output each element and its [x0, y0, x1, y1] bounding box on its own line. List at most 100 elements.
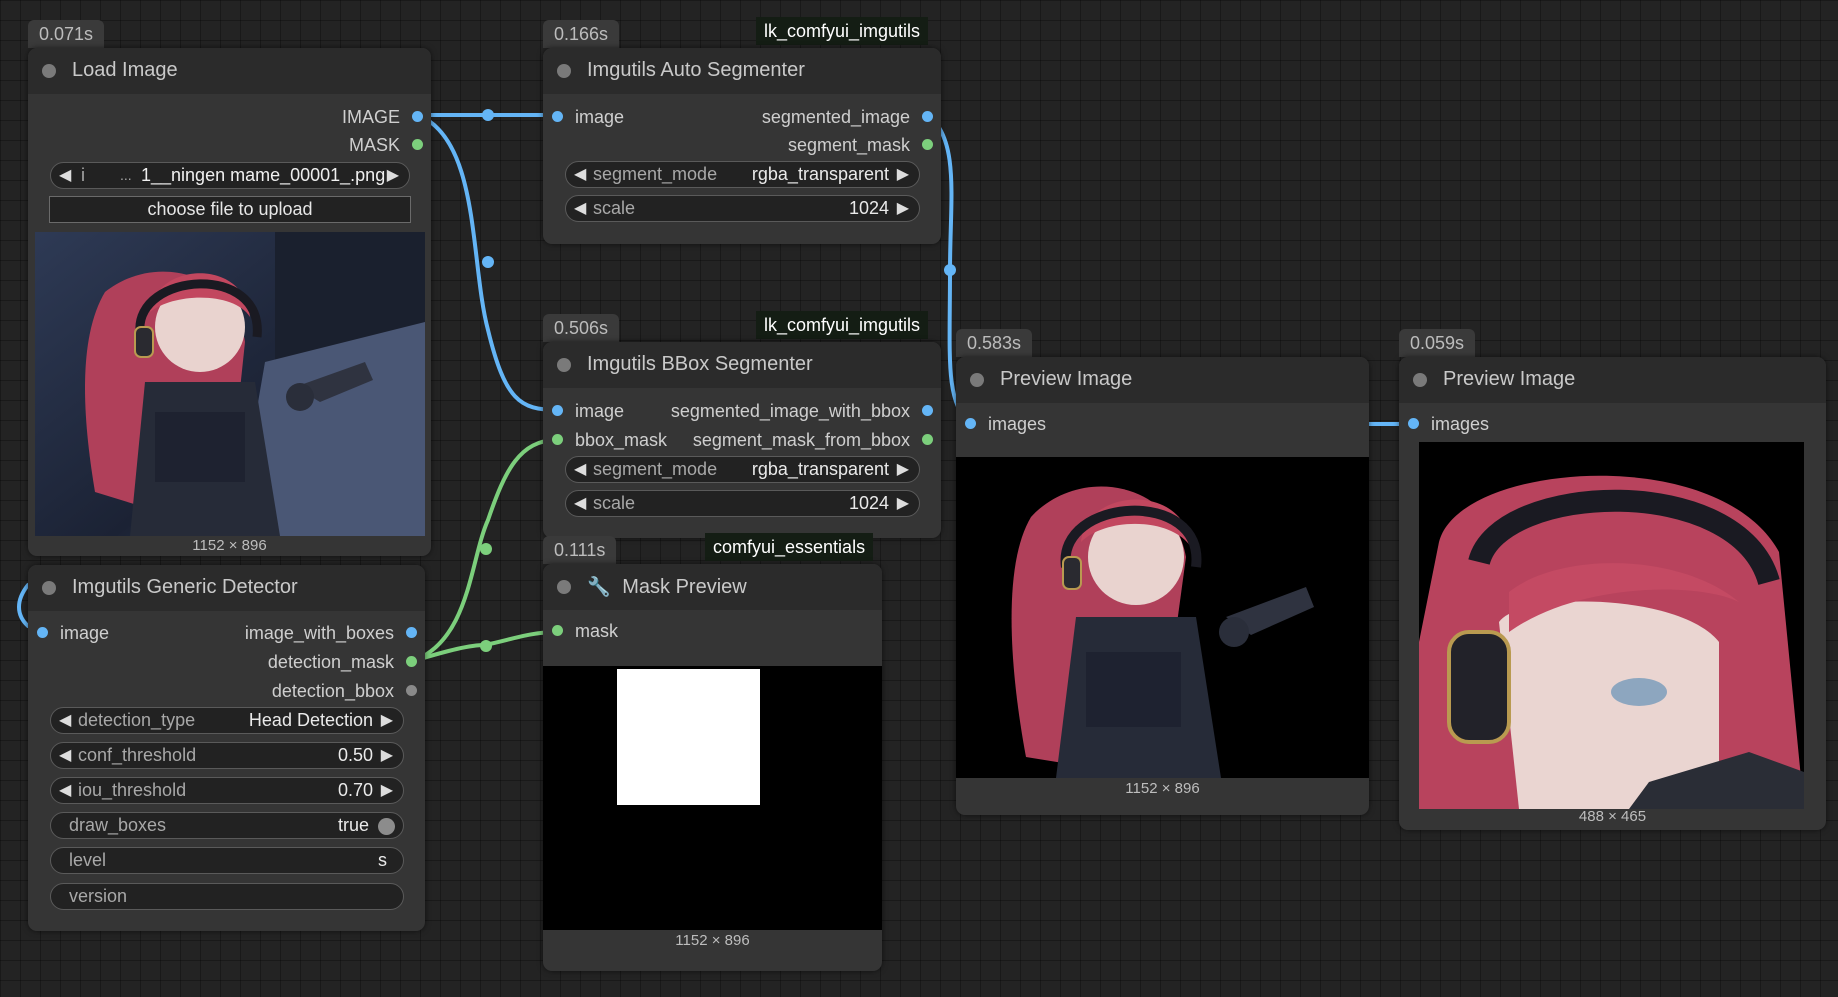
scale-number[interactable]: ◀ scale 1024 ▶ [565, 195, 920, 222]
arrow-left-icon[interactable]: ◀ [574, 493, 586, 513]
input-image[interactable]: image [552, 106, 624, 128]
collapse-dot[interactable] [557, 580, 571, 594]
output-mask[interactable]: MASK [349, 134, 423, 156]
node-pack-label: comfyui_essentials [705, 533, 874, 561]
arrow-left-icon[interactable]: ◀ [574, 164, 586, 184]
draw-boxes-toggle[interactable]: draw_boxes true [50, 812, 404, 839]
wrench-icon: 🔧 [587, 577, 611, 598]
output-image-with-boxes[interactable]: image_with_boxes [245, 622, 417, 644]
output-socket[interactable] [922, 433, 933, 445]
arrow-left-icon[interactable]: ◀ [59, 780, 71, 800]
segment-mode-combo[interactable]: ◀ segment_mode rgba_transparent ▶ [565, 161, 920, 188]
mask-image-preview [543, 666, 882, 930]
output-socket[interactable] [922, 110, 933, 122]
level-text[interactable]: level s [50, 847, 404, 874]
node-title-bar[interactable]: Imgutils Auto Segmenter [543, 48, 941, 94]
widget-value: s [378, 850, 387, 870]
anime-girl-image [35, 232, 425, 536]
output-socket[interactable] [406, 655, 417, 667]
collapse-dot[interactable] [42, 581, 56, 595]
output-segment-mask-from-bbox[interactable]: segment_mask_from_bbox [693, 429, 933, 451]
preview-image [956, 457, 1369, 778]
node-preview-image-1[interactable]: Preview Image images 1152 × 896 [956, 357, 1369, 815]
collapse-dot[interactable] [557, 64, 571, 78]
input-label: mask [575, 621, 619, 641]
node-title-bar[interactable]: Preview Image [1399, 357, 1826, 403]
output-socket[interactable] [922, 404, 933, 416]
arrow-left-icon[interactable]: ◀ [574, 198, 586, 218]
detection-type-combo[interactable]: ◀ detection_type Head Detection ▶ [50, 707, 404, 734]
input-mask[interactable]: mask [552, 620, 618, 642]
node-title-bar[interactable]: Imgutils Generic Detector [28, 565, 425, 611]
node-preview-image-2[interactable]: Preview Image images 488 × 465 [1399, 357, 1826, 830]
input-socket[interactable] [552, 624, 563, 636]
input-image[interactable]: image [552, 400, 624, 422]
reroute-dot [482, 109, 494, 121]
image-combo[interactable]: ◀ i ... 1__ningen mame_00001_.png ▶ [50, 162, 410, 189]
collapse-dot[interactable] [1413, 373, 1427, 387]
output-label: detection_mask [267, 652, 394, 672]
input-label: image [60, 623, 110, 643]
output-socket[interactable] [922, 138, 933, 150]
arrow-right-icon[interactable]: ▶ [381, 745, 393, 765]
arrow-right-icon[interactable]: ▶ [381, 780, 393, 800]
input-images[interactable]: images [1408, 413, 1489, 435]
output-label: segment_mask [787, 135, 910, 155]
arrow-right-icon[interactable]: ▶ [897, 198, 909, 218]
node-bbox-segmenter[interactable]: Imgutils BBox Segmenter image bbox_mask … [543, 342, 941, 538]
input-socket[interactable] [1408, 417, 1419, 429]
upload-button[interactable]: choose file to upload [49, 196, 411, 223]
node-title-bar[interactable]: 🔧 Mask Preview [543, 564, 882, 610]
arrow-right-icon[interactable]: ▶ [897, 164, 909, 184]
output-segmented-image-with-bbox[interactable]: segmented_image_with_bbox [671, 400, 933, 422]
reroute-dot [482, 256, 494, 268]
node-pack-label: lk_comfyui_imgutils [756, 17, 929, 45]
arrow-left-icon[interactable]: ◀ [59, 710, 71, 730]
output-image[interactable]: IMAGE [342, 106, 423, 128]
input-bbox-mask[interactable]: bbox_mask [552, 429, 667, 451]
input-image[interactable]: image [37, 622, 109, 644]
iou-threshold-number[interactable]: ◀ iou_threshold 0.70 ▶ [50, 777, 404, 804]
arrow-right-icon[interactable]: ▶ [897, 493, 909, 513]
input-socket[interactable] [552, 404, 563, 416]
collapse-dot[interactable] [557, 358, 571, 372]
node-title: Load Image [72, 59, 178, 81]
node-title-bar[interactable]: Preview Image [956, 357, 1369, 403]
arrow-left-icon[interactable]: ◀ [59, 165, 71, 185]
node-load-image[interactable]: Load Image IMAGE MASK ◀ i ... 1__ningen … [28, 48, 431, 556]
output-socket[interactable] [412, 138, 423, 150]
input-label: images [1431, 414, 1490, 434]
scale-number[interactable]: ◀ scale 1024 ▶ [565, 490, 920, 517]
node-title-bar[interactable]: Imgutils BBox Segmenter [543, 342, 941, 388]
input-socket[interactable] [37, 626, 48, 638]
node-mask-preview[interactable]: 🔧 Mask Preview mask 1152 × 896 [543, 564, 882, 971]
node-title: Imgutils BBox Segmenter [587, 353, 813, 375]
arrow-right-icon[interactable]: ▶ [381, 710, 393, 730]
output-socket[interactable] [412, 110, 423, 122]
node-auto-segmenter[interactable]: Imgutils Auto Segmenter image segmented_… [543, 48, 941, 244]
output-detection-mask[interactable]: detection_mask [268, 651, 417, 673]
node-generic-detector[interactable]: Imgutils Generic Detector image image_wi… [28, 565, 425, 931]
collapse-dot[interactable] [42, 64, 56, 78]
output-detection-bbox[interactable]: detection_bbox [272, 680, 417, 702]
node-title-bar[interactable]: Load Image [28, 48, 431, 94]
input-socket[interactable] [552, 433, 563, 445]
arrow-right-icon[interactable]: ▶ [387, 165, 399, 185]
arrow-left-icon[interactable]: ◀ [574, 459, 586, 479]
output-socket[interactable] [406, 626, 417, 638]
arrow-left-icon[interactable]: ◀ [59, 745, 71, 765]
widget-label: conf_threshold [78, 745, 197, 765]
toggle-knob[interactable] [378, 818, 395, 835]
collapse-dot[interactable] [970, 373, 984, 387]
conf-threshold-number[interactable]: ◀ conf_threshold 0.50 ▶ [50, 742, 404, 769]
version-text[interactable]: version [50, 883, 404, 910]
output-segment-mask[interactable]: segment_mask [788, 134, 933, 156]
input-socket[interactable] [965, 417, 976, 429]
segment-mode-combo[interactable]: ◀ segment_mode rgba_transparent ▶ [565, 456, 920, 483]
output-segmented-image[interactable]: segmented_image [762, 106, 933, 128]
input-socket[interactable] [552, 110, 563, 122]
output-socket[interactable] [406, 684, 417, 696]
input-images[interactable]: images [965, 413, 1046, 435]
arrow-right-icon[interactable]: ▶ [897, 459, 909, 479]
reroute-dot [480, 640, 492, 652]
